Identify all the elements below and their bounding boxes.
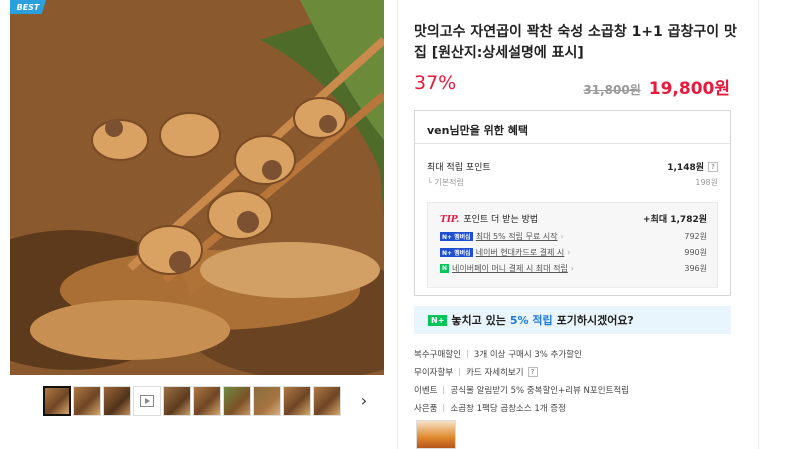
thumbnail-8[interactable] <box>253 386 281 416</box>
video-thumbnail[interactable] <box>133 386 161 416</box>
thumbnail-7[interactable] <box>223 386 251 416</box>
info-row-gift: 사은품 소곱창 1팩당 곱창소스 1개 증정 <box>414 402 566 414</box>
help-icon[interactable]: ? <box>708 161 718 172</box>
info-value: 소곱창 1팩당 곱창소스 1개 증정 <box>450 404 566 414</box>
discount-rate: 37% <box>414 72 457 94</box>
max-points-row: 최대 적립 포인트 1,148원 ? <box>427 160 718 173</box>
tip-max-value: +최대 1,782원 <box>643 215 707 225</box>
tip-row[interactable]: N+ 멤버십 최대 5% 적립 무료 시작 › 792원 <box>440 231 707 242</box>
tip-box: TIP. 포인트 더 받는 방법 +최대 1,782원 N+ 멤버십 최대 5% 적… <box>427 202 718 288</box>
nplus-icon: N+ <box>428 314 448 326</box>
thumbnail-strip <box>43 386 341 418</box>
grilled-tripe-photo <box>10 0 384 375</box>
tip-label: TIP. <box>440 215 460 225</box>
info-value[interactable]: 공식몰 알림받기 5% 중복할인+리뷰 N포인트적립 <box>450 384 629 396</box>
tip-row[interactable]: N 네이버페이 머니 결제 시 최대 적립 › 396원 <box>440 263 707 274</box>
help-icon[interactable]: ? <box>527 367 538 377</box>
membership-banner[interactable]: N+ 놓치고 있는 5% 적립 포기하시겠어요? <box>414 306 731 334</box>
max-points-value: 1,148원 <box>667 163 704 173</box>
nplus-membership-icon: N+ 멤버십 <box>440 232 473 241</box>
tip-text: 포인트 더 받는 방법 <box>463 215 539 225</box>
naverpay-icon: N <box>440 264 450 273</box>
thumbnail-5[interactable] <box>163 386 191 416</box>
thumbnail-9[interactable] <box>283 386 311 416</box>
benefits-panel: ven님만을 위한 혜택 최대 적립 포인트 1,148원 ? └ 기본적립 1… <box>414 110 731 296</box>
info-label: 이벤트 <box>414 386 438 396</box>
sub-arrow-icon: └ <box>427 178 432 187</box>
tip-value: 792원 <box>684 232 707 241</box>
info-row-installment: 무이자할부 카드 자세히보기 ? <box>414 366 538 378</box>
tip-value: 990원 <box>684 248 707 257</box>
max-points-label: 최대 적립 포인트 <box>427 163 491 173</box>
gift-sauce-image[interactable] <box>416 420 456 449</box>
info-label: 무이자할부 <box>414 368 454 378</box>
info-value: 3개 이상 구매시 3% 추가할인 <box>473 350 582 360</box>
base-points-row: └ 기본적립 198원 <box>427 177 718 188</box>
info-row-event: 이벤트 공식몰 알림받기 5% 중복할인+리뷰 N포인트적립 <box>414 384 629 396</box>
chevron-right-icon: › <box>567 248 571 257</box>
tip-link[interactable]: 네이버페이 머니 결제 시 최대 적립 <box>452 263 568 274</box>
sale-price: 19,800원 <box>648 79 730 99</box>
thumbnail-2[interactable] <box>73 386 101 416</box>
best-badge: BEST <box>10 0 46 14</box>
banner-highlight: 5% 적립 <box>509 314 553 327</box>
banner-text-suffix: 포기하시겠어요? <box>556 314 634 327</box>
product-title: 맛의고수 자연곱이 꽉찬 숙성 소곱창 1+1 곱창구이 맛집 [원산지:상세설… <box>414 24 737 61</box>
tip-value: 396원 <box>684 264 707 273</box>
column-divider <box>397 0 398 449</box>
thumbnail-next-button[interactable]: › <box>355 390 373 410</box>
tip-row[interactable]: N+ 멤버십 네이버 현대카드로 결제 시 › 990원 <box>440 247 707 258</box>
base-points-label: 기본적립 <box>434 178 464 187</box>
banner-text-prefix: 놓치고 있는 <box>451 314 506 327</box>
page-edge-divider <box>758 0 759 449</box>
play-icon <box>140 395 154 407</box>
thumbnail-1[interactable] <box>43 386 71 416</box>
card-details-link[interactable]: 카드 자세히보기 <box>466 366 523 378</box>
info-label: 복수구매할인 <box>414 350 461 360</box>
nplus-membership-icon: N+ 멤버십 <box>440 248 473 257</box>
product-main-image[interactable] <box>10 0 384 375</box>
original-price: 31,800원 <box>583 83 641 97</box>
tip-link[interactable]: 최대 5% 적립 무료 시작 <box>476 231 558 242</box>
chevron-right-icon: › <box>560 232 564 241</box>
chevron-right-icon: › <box>570 264 574 273</box>
price-area: 31,800원 19,800원 <box>583 74 730 99</box>
thumbnail-3[interactable] <box>103 386 131 416</box>
tip-header: TIP. 포인트 더 받는 방법 +최대 1,782원 <box>440 212 707 225</box>
base-points-value: 198원 <box>695 178 718 187</box>
info-label: 사은품 <box>414 404 438 414</box>
info-row-bulk-discount: 복수구매할인 3개 이상 구매시 3% 추가할인 <box>414 348 582 360</box>
thumbnail-6[interactable] <box>193 386 221 416</box>
benefits-header: ven님만을 위한 혜택 <box>415 111 730 144</box>
thumbnail-10[interactable] <box>313 386 341 416</box>
tip-link[interactable]: 네이버 현대카드로 결제 시 <box>476 247 565 258</box>
